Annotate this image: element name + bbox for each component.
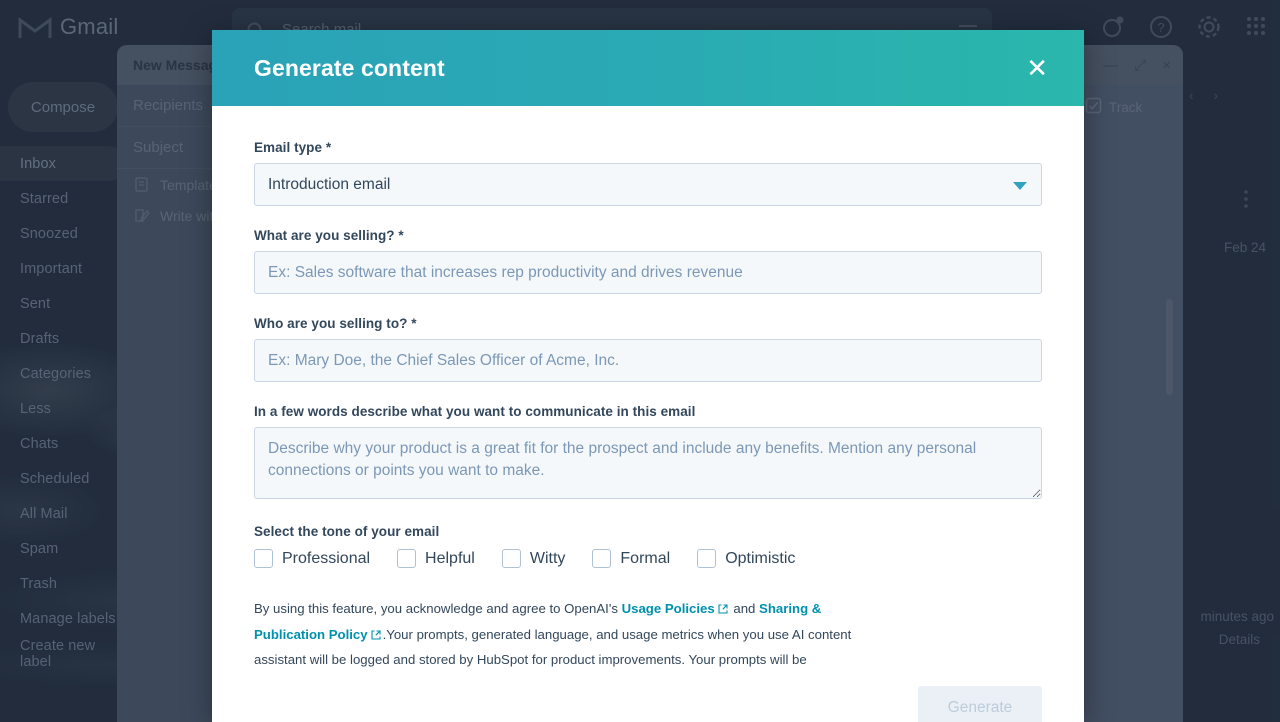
tone-option-formal[interactable]: Formal <box>592 549 670 568</box>
modal-title: Generate content <box>254 55 445 82</box>
generate-content-modal: Generate content ✕ Email type * Introduc… <box>212 30 1084 722</box>
usage-policies-link[interactable]: Usage Policies <box>622 601 715 616</box>
tone-option-label: Optimistic <box>725 550 795 568</box>
modal-header: Generate content ✕ <box>212 30 1084 106</box>
close-icon[interactable]: ✕ <box>1020 51 1054 85</box>
tone-option-professional[interactable]: Professional <box>254 549 370 568</box>
tone-options: Professional Helpful Witty Formal Optimi… <box>254 549 1042 568</box>
modal-body: Email type * Introduction email What are… <box>212 106 1084 722</box>
describe-field: In a few words describe what you want to… <box>254 404 1042 504</box>
selling-what-input[interactable] <box>254 251 1042 294</box>
email-type-value: Introduction email <box>268 176 390 194</box>
tone-option-label: Formal <box>620 550 670 568</box>
checkbox-icon[interactable] <box>254 549 273 568</box>
tone-option-optimistic[interactable]: Optimistic <box>697 549 795 568</box>
email-type-label: Email type * <box>254 140 1042 155</box>
legal-disclaimer: By using this feature, you acknowledge a… <box>254 596 894 673</box>
selling-to-input[interactable] <box>254 339 1042 382</box>
external-link-icon <box>718 604 728 614</box>
checkbox-icon[interactable] <box>502 549 521 568</box>
tone-label: Select the tone of your email <box>254 524 1042 539</box>
checkbox-icon[interactable] <box>697 549 716 568</box>
checkbox-icon[interactable] <box>592 549 611 568</box>
legal-part-1: By using this feature, you acknowledge a… <box>254 601 622 616</box>
external-link-icon <box>371 630 381 640</box>
selling-to-field: Who are you selling to? * <box>254 316 1042 382</box>
tone-option-witty[interactable]: Witty <box>502 549 566 568</box>
describe-textarea[interactable] <box>254 427 1042 499</box>
email-type-select[interactable]: Introduction email <box>254 163 1042 206</box>
selling-what-field: What are you selling? * <box>254 228 1042 294</box>
tone-option-label: Professional <box>282 550 370 568</box>
chevron-down-icon <box>1013 182 1027 190</box>
selling-what-label: What are you selling? * <box>254 228 1042 243</box>
describe-label: In a few words describe what you want to… <box>254 404 1042 419</box>
tone-option-label: Witty <box>530 550 566 568</box>
checkbox-icon[interactable] <box>397 549 416 568</box>
tone-option-label: Helpful <box>425 550 475 568</box>
legal-part-2: and <box>730 601 759 616</box>
tone-field: Select the tone of your email Profession… <box>254 524 1042 568</box>
tone-option-helpful[interactable]: Helpful <box>397 549 475 568</box>
selling-to-label: Who are you selling to? * <box>254 316 1042 331</box>
email-type-field: Email type * Introduction email <box>254 140 1042 206</box>
generate-button[interactable]: Generate <box>918 686 1042 722</box>
